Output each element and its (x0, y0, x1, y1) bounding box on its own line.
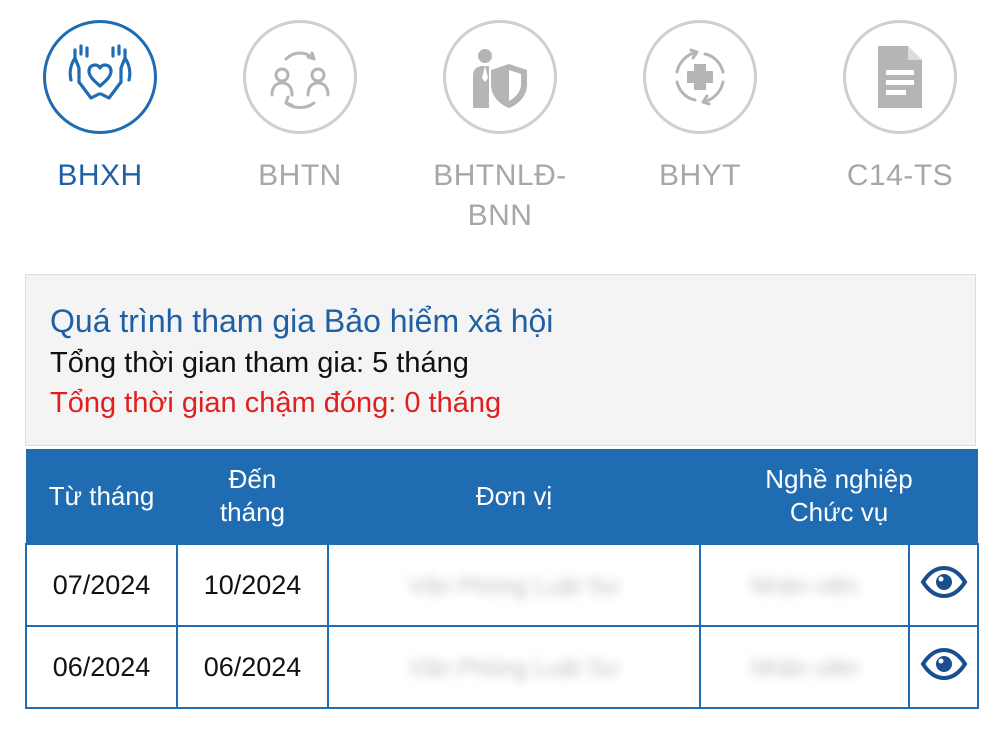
blurred-occupation-text: Nhân viên (750, 572, 859, 600)
eye-icon (920, 565, 967, 598)
header-from-month: Từ tháng (26, 449, 177, 544)
people-exchange-icon (270, 51, 330, 109)
header-unit: Đơn vị (328, 449, 700, 544)
tab-label: BHTN (258, 159, 342, 192)
document-icon (878, 46, 922, 108)
table-row: 07/2024 10/2024 Văn Phòng Luật Sư Nhân v… (25, 543, 979, 627)
tab-bhxh-circle (43, 20, 157, 134)
cell-view (908, 543, 979, 627)
tab-bhtn[interactable]: BHTN (200, 20, 400, 196)
worker-shield-icon (473, 49, 527, 108)
tab-c14-ts-circle (843, 20, 957, 134)
cell-view (908, 625, 979, 709)
view-details-button[interactable] (920, 565, 968, 598)
tab-bhxh[interactable]: BHXH (0, 20, 200, 196)
blurred-occupation-text: Nhân viên (750, 654, 859, 682)
tab-c14-ts[interactable]: C14-TS (800, 20, 1000, 196)
view-details-button[interactable] (920, 647, 968, 680)
cell-from: 07/2024 (25, 543, 178, 627)
table-header-row: Từ tháng Đến tháng Đơn vị Nghề nghiệp Chức… (26, 449, 978, 544)
tab-label: C14-TS (846, 159, 954, 192)
total-participation-text: Tổng thời gian tham gia: 5 tháng (50, 347, 469, 379)
tab-bhyt[interactable]: BHYT (600, 20, 800, 196)
hands-heart-icon (68, 44, 132, 100)
header-occupation: Nghề nghiệp Chức vụ (700, 449, 978, 544)
cell-to: 10/2024 (176, 543, 329, 627)
tab-bhtnld-bnn[interactable]: BHTNLĐ-BNN (400, 20, 600, 236)
cell-unit: Văn Phòng Luật Sư (327, 543, 701, 627)
summary-card: Quá trình tham gia Bảo hiểm xã hội Tổng … (25, 274, 976, 446)
header-to-month: Đến tháng (177, 449, 328, 544)
blurred-unit-text: Văn Phòng Luật Sư (408, 654, 620, 682)
tab-label: BHYT (658, 159, 741, 192)
cell-to: 06/2024 (176, 625, 329, 709)
cell-occupation: Nhân viên (699, 625, 910, 709)
eye-icon (920, 647, 967, 680)
cell-from: 06/2024 (25, 625, 178, 709)
tab-label: BHTNLĐ-BNN (433, 159, 567, 232)
summary-title: Quá trình tham gia Bảo hiểm xã hội (50, 303, 554, 339)
cell-unit: Văn Phòng Luật Sư (327, 625, 701, 709)
medical-cross-icon (675, 48, 725, 106)
total-late-text: Tổng thời gian chậm đóng: 0 tháng (50, 387, 502, 419)
participation-table: Từ tháng Đến tháng Đơn vị Nghề nghiệp Chức… (25, 449, 979, 709)
blurred-unit-text: Văn Phòng Luật Sư (408, 572, 620, 600)
tab-bhtnld-bnn-circle (443, 20, 557, 134)
insurance-tabs: BHXH BHTN BHTNLĐ-BNN BHYT C14-TS (0, 0, 1000, 240)
tab-label: BHXH (57, 159, 143, 192)
tab-bhyt-circle (643, 20, 757, 134)
table-row: 06/2024 06/2024 Văn Phòng Luật Sư Nhân v… (25, 625, 979, 709)
tab-bhtn-circle (243, 20, 357, 134)
cell-occupation: Nhân viên (699, 543, 910, 627)
